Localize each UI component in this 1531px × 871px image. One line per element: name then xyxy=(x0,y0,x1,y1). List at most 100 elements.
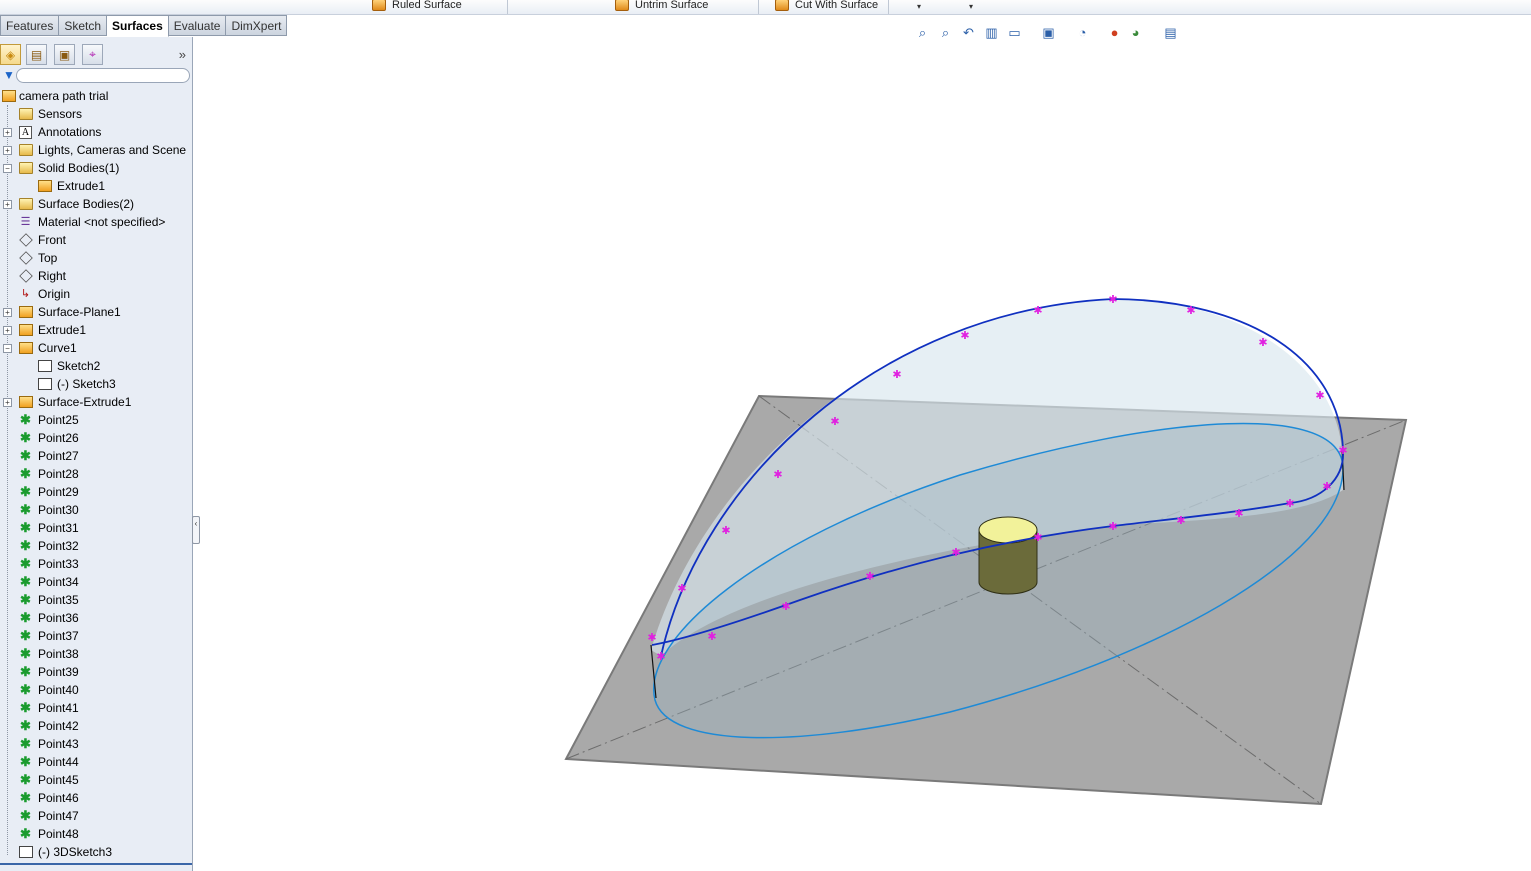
expand-node-icon[interactable]: + xyxy=(3,146,12,155)
tree-item[interactable]: ✱ Point47 xyxy=(0,807,192,825)
tree-item[interactable]: ✱ Point32 xyxy=(0,537,192,555)
curve-point-marker: ✱ xyxy=(677,582,686,595)
tree-item[interactable]: ✱ Point37 xyxy=(0,627,192,645)
tab-dimxpert[interactable]: DimXpert xyxy=(226,15,288,36)
cut-with-surface-button[interactable]: Cut With Surface xyxy=(775,0,878,13)
tree-item[interactable]: + Surface Bodies(2) xyxy=(0,195,192,213)
tree-item[interactable]: + Surface-Plane1 xyxy=(0,303,192,321)
point-icon: ✱ xyxy=(20,610,31,625)
point-icon: ✱ xyxy=(20,754,31,769)
point-icon: ✱ xyxy=(20,646,31,661)
tree-item[interactable]: ✱ Point41 xyxy=(0,699,192,717)
filter-input[interactable] xyxy=(16,68,190,83)
expand-panel-icon[interactable]: » xyxy=(179,47,186,62)
dropdown-arrow-icon[interactable]: ▾ xyxy=(969,2,973,11)
tree-item[interactable]: + Surface-Extrude1 xyxy=(0,393,192,411)
expand-node-icon[interactable]: + xyxy=(3,200,12,209)
expand-node-icon[interactable]: + xyxy=(3,308,12,317)
collapse-node-icon[interactable]: − xyxy=(3,344,12,353)
tree-item[interactable]: ✱ Point35 xyxy=(0,591,192,609)
tree-item[interactable]: ✱ Point29 xyxy=(0,483,192,501)
tree-item[interactable]: ↳ Origin xyxy=(0,285,192,303)
property-manager-tab[interactable]: ▤ xyxy=(26,44,47,65)
tree-item[interactable]: ✱ Point30 xyxy=(0,501,192,519)
expand-node-icon[interactable]: + xyxy=(3,128,12,137)
expand-node-icon[interactable]: + xyxy=(3,398,12,407)
tree-item[interactable]: + Lights, Cameras and Scene xyxy=(0,141,192,159)
tree-root[interactable]: camera path trial xyxy=(0,87,192,105)
graphics-area[interactable]: ✱✱✱✱✱✱✱✱✱✱✱✱✱✱✱✱✱✱✱✱✱✱✱✱ xyxy=(194,37,1531,871)
collapse-node-icon[interactable]: − xyxy=(3,164,12,173)
tree-item[interactable]: + Extrude1 xyxy=(0,321,192,339)
curve-point-marker: ✱ xyxy=(1285,497,1294,510)
solid-body-icon xyxy=(37,179,52,193)
tree-item[interactable]: Sketch2 xyxy=(0,357,192,375)
panel-toolbar: ◈ ▤ ▣ ⌖ » xyxy=(0,41,192,67)
tree-item[interactable]: + A Annotations xyxy=(0,123,192,141)
tree-item-label: Point46 xyxy=(38,791,79,805)
tree-item[interactable]: ✱ Point34 xyxy=(0,573,192,591)
tab-sketch[interactable]: Sketch xyxy=(59,15,108,36)
untrim-surface-button[interactable]: Untrim Surface xyxy=(615,0,708,13)
curve-point-marker: ✱ xyxy=(1108,293,1117,306)
feature-manager-icon: ◈ xyxy=(5,47,16,62)
tree-item[interactable]: ✱ Point46 xyxy=(0,789,192,807)
tree-item[interactable]: Sensors xyxy=(0,105,192,123)
separator xyxy=(888,0,889,14)
tree-item[interactable]: (-) 3DSketch3 xyxy=(0,843,192,861)
tree-item[interactable]: ✱ Point28 xyxy=(0,465,192,483)
untrim-surface-label: Untrim Surface xyxy=(635,0,709,11)
tree-item[interactable]: ✱ Point40 xyxy=(0,681,192,699)
tree-item[interactable]: ✱ Point25 xyxy=(0,411,192,429)
panel-bottom-border xyxy=(0,863,192,865)
point-icon: ✱ xyxy=(20,484,31,499)
tree-item[interactable]: ✱ Point43 xyxy=(0,735,192,753)
tree-item[interactable]: Extrude1 xyxy=(0,177,192,195)
tree-item[interactable]: ✱ Point44 xyxy=(0,753,192,771)
curve-point-marker: ✱ xyxy=(647,631,656,644)
tree-item[interactable]: ✱ Point27 xyxy=(0,447,192,465)
point-icon: ✱ xyxy=(20,556,31,571)
tree-item[interactable]: ✱ Point26 xyxy=(0,429,192,447)
tree-item[interactable]: − Solid Bodies(1) xyxy=(0,159,192,177)
tab-surfaces[interactable]: Surfaces xyxy=(107,15,169,37)
curve-point-marker: ✱ xyxy=(707,630,716,643)
extrude-icon xyxy=(18,323,33,337)
filter-icon[interactable]: ▼ xyxy=(3,69,15,82)
command-manager-tabs: Features Sketch Surfaces Evaluate DimXpe… xyxy=(0,15,288,37)
tree-item[interactable]: ✱ Point42 xyxy=(0,717,192,735)
tree-item[interactable]: ☰ Material <not specified> xyxy=(0,213,192,231)
tree-item[interactable]: ✱ Point36 xyxy=(0,609,192,627)
tree-item-label: Point31 xyxy=(38,521,79,535)
expand-node-icon[interactable]: + xyxy=(3,326,12,335)
curve-point-marker: ✱ xyxy=(951,546,960,559)
tree-item[interactable]: ✱ Point45 xyxy=(0,771,192,789)
curve-point-marker: ✱ xyxy=(1338,444,1347,457)
tab-evaluate[interactable]: Evaluate xyxy=(168,15,227,36)
tree-item[interactable]: ✱ Point33 xyxy=(0,555,192,573)
point-icon: ✱ xyxy=(20,700,31,715)
tree-item[interactable]: Right xyxy=(0,267,192,285)
dimxpert-manager-tab[interactable]: ⌖ xyxy=(82,44,103,65)
feature-manager-tab[interactable]: ◈ xyxy=(0,44,21,65)
tree-item[interactable]: − Curve1 xyxy=(0,339,192,357)
tree-item[interactable]: ✱ Point48 xyxy=(0,825,192,843)
tree-item-label: Surface Bodies(2) xyxy=(38,197,135,211)
dropdown-arrow-icon[interactable]: ▾ xyxy=(917,2,921,11)
surface-bodies-icon xyxy=(18,197,33,211)
property-manager-icon: ▤ xyxy=(30,47,43,62)
extrude-cylinder[interactable] xyxy=(978,516,1038,595)
tree-item-label: (-) 3DSketch3 xyxy=(38,845,113,859)
tree-item-label: Solid Bodies(1) xyxy=(38,161,120,175)
tab-features[interactable]: Features xyxy=(0,15,60,36)
tree-item[interactable]: ✱ Point38 xyxy=(0,645,192,663)
tree-item[interactable]: Front xyxy=(0,231,192,249)
curve-icon xyxy=(18,341,33,355)
tree-item[interactable]: Top xyxy=(0,249,192,267)
configuration-manager-tab[interactable]: ▣ xyxy=(54,44,75,65)
tree-item[interactable]: (-) Sketch3 xyxy=(0,375,192,393)
point-icon: ✱ xyxy=(20,430,31,445)
tree-item[interactable]: ✱ Point39 xyxy=(0,663,192,681)
ruled-surface-button[interactable]: Ruled Surface xyxy=(372,0,462,13)
tree-item[interactable]: ✱ Point31 xyxy=(0,519,192,537)
